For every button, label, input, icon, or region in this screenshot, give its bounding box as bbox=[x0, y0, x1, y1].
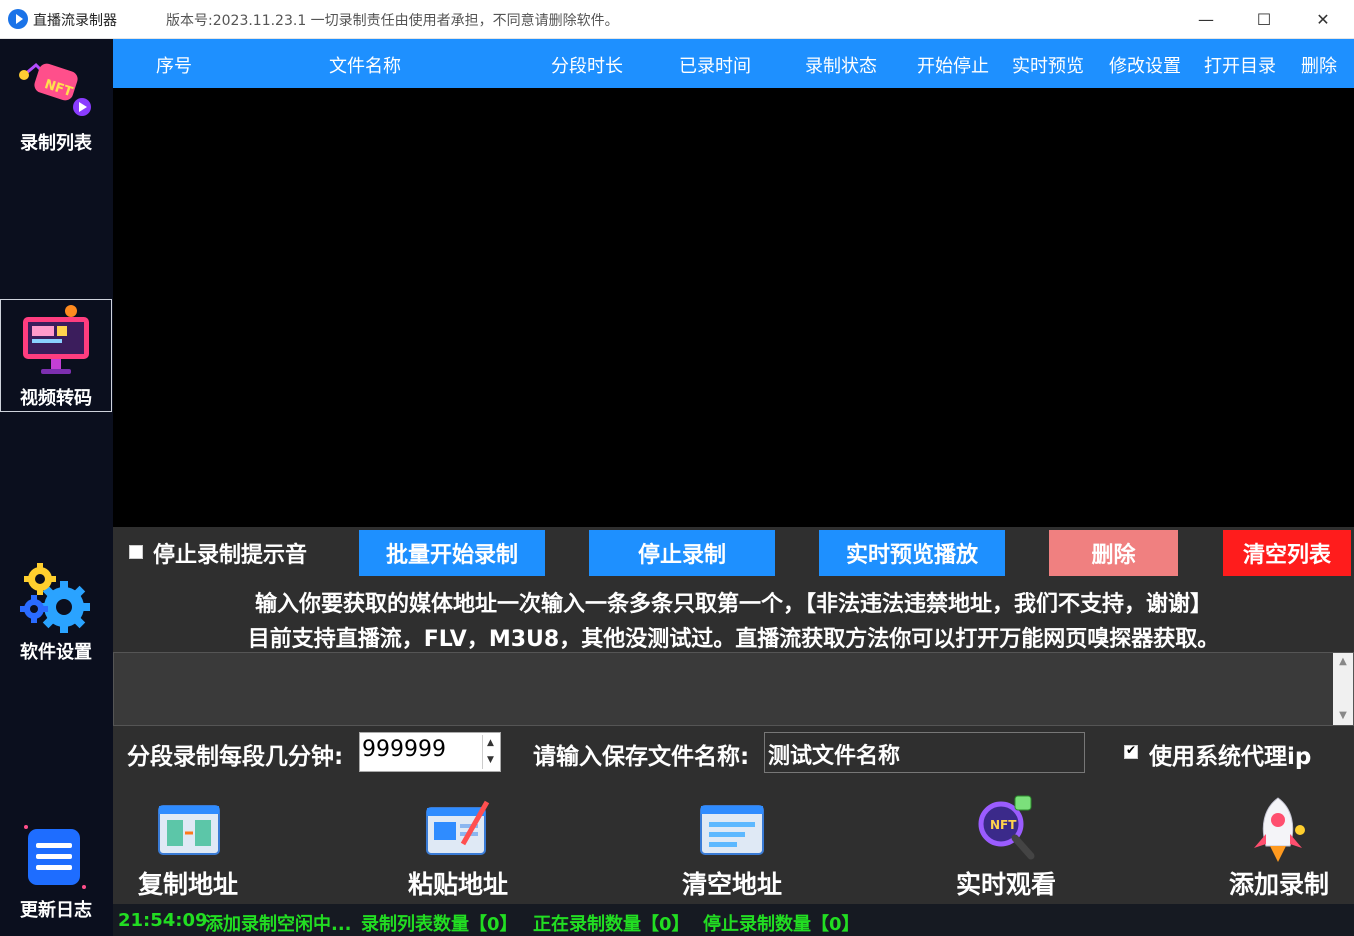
batch-start-button[interactable]: 批量开始录制 bbox=[359, 530, 545, 576]
proxy-checkbox[interactable] bbox=[1124, 743, 1138, 759]
sidebar-item-label: 软件设置 bbox=[20, 642, 92, 663]
tool-label: 清空地址 bbox=[681, 870, 782, 899]
column-header[interactable]: 已录时间 bbox=[679, 52, 751, 78]
column-header[interactable]: 文件名称 bbox=[329, 52, 401, 78]
close-button[interactable]: ✕ bbox=[1294, 0, 1352, 39]
status-stopped-count: 停止录制数量【0】 bbox=[703, 914, 860, 935]
status-recording-count: 正在录制数量【0】 bbox=[533, 914, 690, 935]
gears-icon bbox=[20, 563, 90, 633]
copy-address-button[interactable]: 复制地址 bbox=[113, 782, 263, 902]
status-message: 添加录制空闲中... bbox=[205, 914, 352, 935]
live-watch-icon: NFT bbox=[978, 795, 1035, 860]
control-panel: 停止录制提示音 批量开始录制 停止录制 实时预览播放 删除 清空列表 输入你要获… bbox=[113, 527, 1354, 904]
sidebar-item-label: 视频转码 bbox=[20, 388, 92, 409]
stepper-arrows[interactable]: ▲ ▼ bbox=[482, 735, 498, 769]
media-url-textarea[interactable]: ▲ ▼ bbox=[113, 652, 1354, 726]
scroll-down-icon[interactable]: ▼ bbox=[1333, 707, 1353, 725]
version-text: 版本号:2023.11.23.1 一切录制责任由使用者承担，不同意请删除软件。 bbox=[166, 13, 619, 29]
sidebar-item-software-settings[interactable]: 软件设置 bbox=[0, 554, 112, 674]
log-list-icon bbox=[24, 825, 86, 889]
status-list-count: 录制列表数量【0】 bbox=[361, 914, 518, 935]
stop-sound-label: 停止录制提示音 bbox=[153, 543, 308, 568]
sidebar: NFT 录制列表 视频转码 软件设置 更新日志 bbox=[0, 39, 113, 936]
textarea-scrollbar[interactable]: ▲ ▼ bbox=[1333, 653, 1353, 725]
tool-label: 实时观看 bbox=[955, 870, 1056, 899]
sidebar-item-update-log[interactable]: 更新日志 bbox=[0, 816, 112, 926]
column-header[interactable]: 打开目录 bbox=[1204, 52, 1276, 78]
maximize-button[interactable]: ☐ bbox=[1235, 0, 1293, 39]
stepper-up-icon[interactable]: ▲ bbox=[483, 735, 498, 752]
notice-line-1: 输入你要获取的媒体地址一次输入一条多条只取第一个，【非法违法违禁地址，我们不支持… bbox=[254, 592, 1212, 617]
add-record-button[interactable]: 添加录制 bbox=[1204, 782, 1354, 902]
record-list-area[interactable] bbox=[113, 88, 1354, 527]
app-play-icon bbox=[8, 9, 28, 29]
proxy-label: 使用系统代理ip bbox=[1149, 744, 1312, 770]
column-header[interactable]: 录制状态 bbox=[805, 52, 877, 78]
paste-address-button[interactable]: 粘贴地址 bbox=[383, 782, 533, 902]
column-header[interactable]: 删除 bbox=[1301, 52, 1337, 78]
live-watch-button[interactable]: NFT 实时观看 bbox=[931, 782, 1081, 902]
sidebar-item-label: 录制列表 bbox=[20, 133, 92, 154]
segment-value: 999999 bbox=[362, 737, 446, 762]
tool-label: 粘贴地址 bbox=[407, 870, 508, 899]
clear-address-button[interactable]: 清空地址 bbox=[657, 782, 807, 902]
rocket-add-icon bbox=[1254, 797, 1305, 862]
record-table-header: 序号 文件名称 分段时长 已录时间 录制状态 开始停止 实时预览 修改设置 打开… bbox=[113, 39, 1354, 88]
column-header[interactable]: 修改设置 bbox=[1109, 52, 1181, 78]
sidebar-item-record-list[interactable]: NFT 录制列表 bbox=[0, 39, 112, 294]
notice-line-2: 目前支持直播流，FLV，M3U8，其他没测试过。直播流获取方法你可以打开万能网页… bbox=[247, 627, 1220, 652]
nft-record-icon: NFT bbox=[19, 62, 91, 116]
stop-record-button[interactable]: 停止录制 bbox=[589, 530, 775, 576]
minimize-button[interactable]: — bbox=[1177, 0, 1235, 39]
status-bar: 21:54:09 添加录制空闲中... 录制列表数量【0】 正在录制数量【0】 … bbox=[113, 904, 1354, 936]
preview-play-button[interactable]: 实时预览播放 bbox=[819, 530, 1005, 576]
clear-address-icon bbox=[700, 805, 764, 855]
app-title: 直播流录制器 bbox=[33, 13, 117, 29]
title-bar: 直播流录制器 版本号:2023.11.23.1 一切录制责任由使用者承担，不同意… bbox=[0, 0, 1354, 39]
tool-label: 添加录制 bbox=[1228, 870, 1329, 899]
column-header[interactable]: 开始停止 bbox=[917, 52, 989, 78]
sidebar-item-video-transcode[interactable]: 视频转码 bbox=[0, 299, 112, 412]
stepper-down-icon[interactable]: ▼ bbox=[483, 752, 498, 769]
svg-text:NFT: NFT bbox=[990, 818, 1017, 832]
column-header[interactable]: 实时预览 bbox=[1012, 52, 1084, 78]
clear-list-button[interactable]: 清空列表 bbox=[1223, 530, 1351, 576]
sidebar-item-label: 更新日志 bbox=[20, 900, 92, 921]
status-time: 21:54:09 bbox=[118, 910, 208, 931]
filename-label: 请输入保存文件名称: bbox=[533, 744, 750, 770]
delete-button[interactable]: 删除 bbox=[1049, 530, 1178, 576]
filename-input[interactable]: 测试文件名称 bbox=[764, 732, 1085, 773]
monitor-transcode-icon bbox=[23, 305, 89, 374]
column-header[interactable]: 序号 bbox=[156, 52, 192, 78]
tool-label: 复制地址 bbox=[137, 870, 238, 899]
column-header[interactable]: 分段时长 bbox=[551, 52, 623, 78]
stop-sound-checkbox[interactable] bbox=[129, 545, 143, 559]
segment-label: 分段录制每段几分钟: bbox=[127, 744, 344, 770]
paste-address-icon bbox=[426, 800, 490, 855]
copy-address-icon bbox=[158, 805, 220, 855]
scroll-up-icon[interactable]: ▲ bbox=[1333, 653, 1353, 671]
segment-minutes-stepper[interactable]: 999999 ▲ ▼ bbox=[359, 732, 501, 772]
